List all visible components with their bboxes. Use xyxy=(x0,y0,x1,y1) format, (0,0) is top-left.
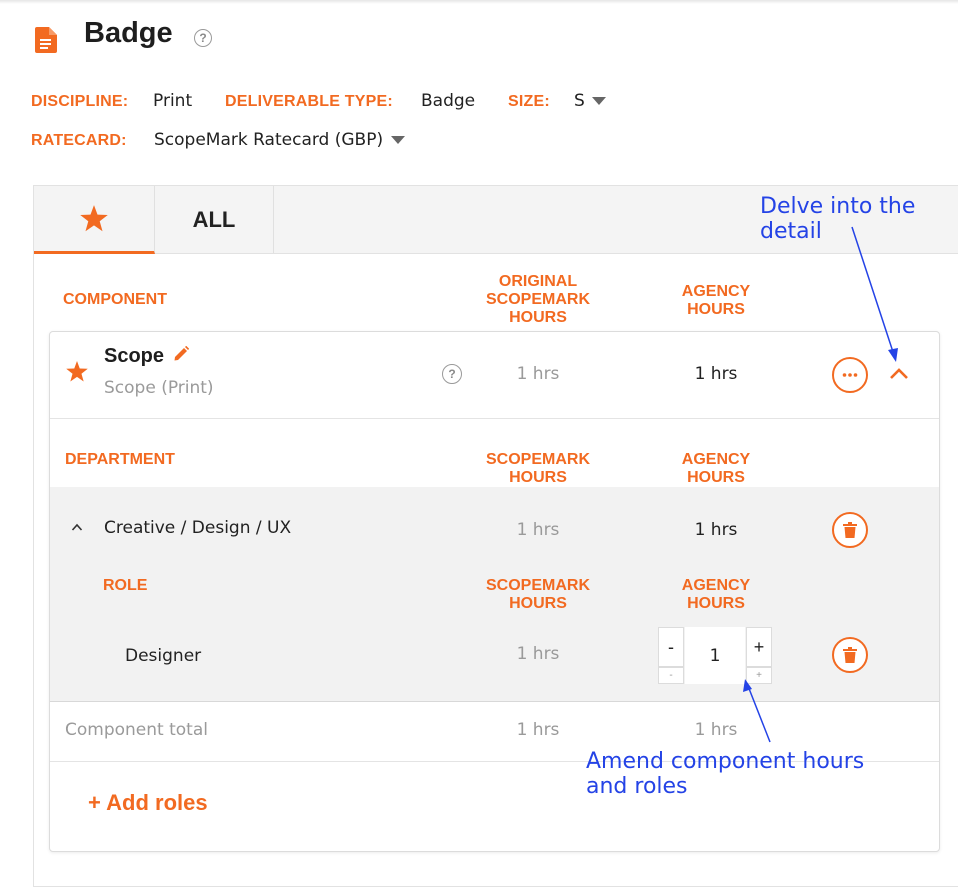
ratecard-select[interactable]: ScopeMark Ratecard (GBP) xyxy=(154,130,406,150)
component-total-label: Component total xyxy=(65,720,208,740)
header-line: SCOPEMARK xyxy=(485,451,590,468)
annotation-amend: Amend component hours and roles xyxy=(586,749,864,799)
trash-icon xyxy=(843,647,857,663)
role-name: Designer xyxy=(125,646,202,666)
increment-small-button[interactable]: + xyxy=(746,667,772,684)
decrement-small-button[interactable]: - xyxy=(658,667,684,684)
question-circle-icon[interactable]: ? xyxy=(194,29,212,47)
chevron-up-icon[interactable] xyxy=(71,523,83,531)
ellipsis-icon xyxy=(842,373,858,377)
annotation-line: Delve into the xyxy=(760,194,916,219)
annotation-line: Amend component hours xyxy=(586,749,865,774)
header-line: SCOPEMARK xyxy=(485,291,590,308)
divider xyxy=(50,418,939,419)
star-icon[interactable] xyxy=(66,361,88,382)
annotation-detail: Delve into the detail xyxy=(760,194,915,244)
department-column-header: DEPARTMENT xyxy=(65,451,175,468)
header-line: SCOPEMARK xyxy=(485,577,590,594)
role-column-header: ROLE xyxy=(103,577,148,594)
component-column-header: COMPONENT xyxy=(63,291,167,308)
tab-all[interactable]: ALL xyxy=(155,186,274,253)
delete-department-button[interactable] xyxy=(832,512,868,548)
scopemark-hours-header: SCOPEMARK HOURS xyxy=(470,451,606,487)
agency-hours-header: AGENCY HOURS xyxy=(656,283,776,319)
original-scopemark-hours-header: ORIGINAL SCOPEMARK HOURS xyxy=(470,273,606,327)
annotation-line: detail xyxy=(760,219,822,244)
deliverable-type-value: Badge xyxy=(421,91,476,111)
total-agency-hours: 1 hrs xyxy=(694,720,738,740)
header-line: AGENCY xyxy=(681,451,751,468)
department-agency-hours: 1 hrs xyxy=(694,520,738,540)
pencil-icon[interactable] xyxy=(173,346,189,362)
size-value: S xyxy=(574,91,585,111)
document-icon xyxy=(35,27,57,53)
header-line: HOURS xyxy=(509,309,567,326)
chevron-up-icon[interactable] xyxy=(889,367,909,380)
divider xyxy=(50,701,939,702)
chevron-down-icon xyxy=(591,97,606,105)
star-icon xyxy=(80,205,108,232)
header-line: AGENCY xyxy=(681,283,751,300)
more-options-button[interactable] xyxy=(832,357,868,393)
increment-button[interactable]: + xyxy=(746,627,772,667)
discipline-label: DISCIPLINE: xyxy=(31,93,129,110)
header-line: HOURS xyxy=(687,469,745,486)
header-line: HOURS xyxy=(687,301,745,318)
tab-favourites[interactable] xyxy=(34,186,155,254)
header-line: HOURS xyxy=(687,595,745,612)
page-title: Badge xyxy=(84,17,173,49)
header-line: AGENCY xyxy=(681,577,751,594)
total-scopemark-hours: 1 hrs xyxy=(516,720,560,740)
scopemark-hours-header: SCOPEMARK HOURS xyxy=(470,577,606,613)
header-line: HOURS xyxy=(509,595,567,612)
component-subtitle: Scope (Print) xyxy=(104,378,214,398)
department-scopemark-hours: 1 hrs xyxy=(516,520,560,540)
agency-hours-value: 1 hrs xyxy=(694,364,738,384)
decrement-button[interactable]: - xyxy=(658,627,684,667)
top-shadow xyxy=(0,0,958,4)
header-line: ORIGINAL xyxy=(498,273,578,290)
deliverable-type-label: DELIVERABLE TYPE: xyxy=(225,93,393,110)
delete-role-button[interactable] xyxy=(832,637,868,673)
question-circle-icon[interactable]: ? xyxy=(442,364,462,384)
chevron-down-icon xyxy=(391,136,406,144)
size-select[interactable]: S xyxy=(574,91,606,111)
hours-stepper: - - 1 + + xyxy=(658,627,772,684)
role-scopemark-hours: 1 hrs xyxy=(516,644,560,664)
discipline-value: Print xyxy=(153,91,193,111)
component-name: Scope xyxy=(104,345,165,367)
department-name: Creative / Design / UX xyxy=(104,518,292,538)
ratecard-value: ScopeMark Ratecard (GBP) xyxy=(154,130,384,150)
size-label: SIZE: xyxy=(508,93,550,110)
agency-hours-header: AGENCY HOURS xyxy=(656,577,776,613)
annotation-line: and roles xyxy=(586,774,688,799)
trash-icon xyxy=(843,522,857,538)
agency-hours-header: AGENCY HOURS xyxy=(656,451,776,487)
original-hours-value: 1 hrs xyxy=(516,364,560,384)
hours-input[interactable]: 1 xyxy=(685,627,745,684)
header-line: HOURS xyxy=(509,469,567,486)
ratecard-label: RATECARD: xyxy=(31,132,127,149)
add-roles-button[interactable]: + Add roles xyxy=(88,790,208,816)
